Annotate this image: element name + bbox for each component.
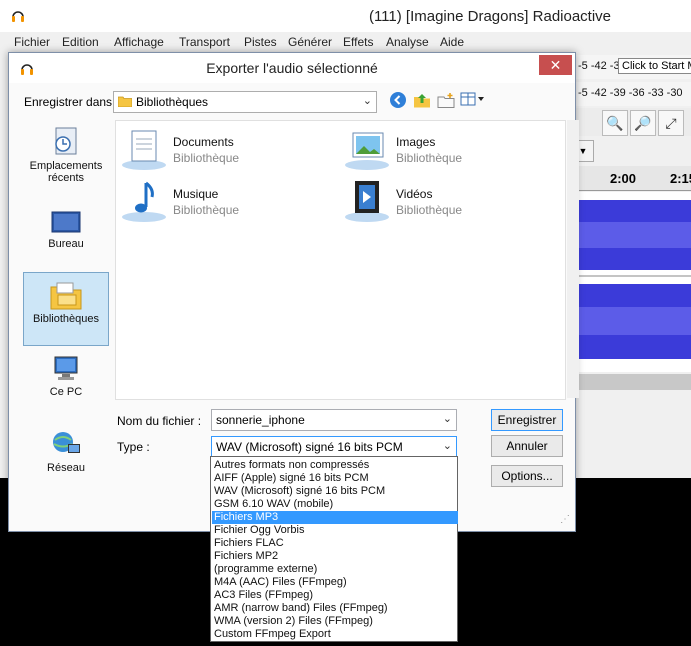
- type-option[interactable]: AIFF (Apple) signé 16 bits PCM: [212, 472, 458, 485]
- library-type: Bibliothèque: [396, 203, 463, 217]
- save-in-label: Enregistrer dans :: [24, 95, 119, 109]
- resize-grip-icon[interactable]: ⋰: [560, 514, 570, 525]
- library-name: Documents: [173, 135, 234, 149]
- library-item-images[interactable]: Images Bibliothèque: [343, 127, 543, 175]
- type-option[interactable]: Custom FFmpeg Export: [212, 628, 458, 641]
- zoom-in-icon[interactable]: 🔍: [602, 110, 628, 136]
- library-item-music[interactable]: Musique Bibliothèque: [120, 179, 320, 227]
- place-label: Réseau: [47, 462, 85, 474]
- type-option[interactable]: Autres formats non compressés: [212, 459, 458, 472]
- menu-edition[interactable]: Edition: [62, 35, 99, 49]
- type-option-selected[interactable]: Fichiers MP3: [212, 511, 458, 524]
- library-type: Bibliothèque: [173, 203, 240, 217]
- chevron-down-icon: ⌄: [362, 95, 372, 107]
- libraries-icon: [50, 282, 82, 310]
- new-folder-icon[interactable]: [435, 91, 457, 111]
- menu-affichage[interactable]: Affichage: [114, 35, 164, 49]
- place-recent[interactable]: Emplacements récents: [24, 120, 108, 192]
- place-libraries[interactable]: Bibliothèques: [23, 272, 109, 346]
- type-option[interactable]: WMA (version 2) Files (FFmpeg): [212, 615, 458, 628]
- type-label: Type :: [117, 440, 150, 454]
- type-option[interactable]: (programme externe): [212, 563, 458, 576]
- library-type: Bibliothèque: [173, 151, 240, 165]
- library-item-videos[interactable]: Vidéos Bibliothèque: [343, 179, 543, 227]
- filename-input[interactable]: sonnerie_iphone ⌄: [211, 409, 457, 431]
- click-to-start-monitoring[interactable]: Click to Start M: [618, 58, 691, 74]
- library-item-documents[interactable]: Documents Bibliothèque: [120, 127, 320, 175]
- filename-value: sonnerie_iphone: [216, 413, 305, 427]
- places-bar: Emplacements récents Bureau Bibliothèque…: [20, 118, 109, 514]
- zoom-out-icon[interactable]: 🔎: [630, 110, 656, 136]
- file-type-select[interactable]: WAV (Microsoft) signé 16 bits PCM ⌄: [211, 436, 457, 458]
- save-button[interactable]: Enregistrer: [491, 409, 563, 431]
- desktop-icon: [51, 211, 81, 233]
- file-type-dropdown-list[interactable]: Autres formats non compressés AIFF (Appl…: [210, 456, 458, 642]
- place-label: Ce PC: [49, 386, 83, 398]
- recent-places-icon: [55, 127, 77, 155]
- track-scrollbar[interactable]: [572, 374, 691, 390]
- menu-bar: Fichier Edition Affichage Transport Pist…: [0, 32, 691, 52]
- timeline-tick: 2:15: [670, 171, 691, 186]
- app-titlebar: (111) [Imagine Dragons] Radioactive: [0, 0, 691, 32]
- music-library-icon: [122, 181, 166, 222]
- playback-meter-scale: -5 -42 -39 -36 -33 -30: [578, 87, 683, 99]
- chevron-down-icon[interactable]: ⌄: [443, 412, 452, 425]
- menu-effets[interactable]: Effets: [343, 35, 373, 49]
- images-library-icon: [345, 132, 389, 170]
- file-type-value: WAV (Microsoft) signé 16 bits PCM: [216, 440, 403, 454]
- place-label: Bibliothèques: [32, 313, 100, 325]
- place-this-pc[interactable]: Ce PC: [24, 348, 108, 420]
- type-option[interactable]: AC3 Files (FFmpeg): [212, 589, 458, 602]
- audio-waveform[interactable]: [572, 192, 691, 372]
- playback-meter[interactable]: -5 -42 -39 -36 -33 -30: [572, 82, 691, 106]
- type-option[interactable]: Fichier Ogg Vorbis: [212, 524, 458, 537]
- place-desktop[interactable]: Bureau: [24, 202, 108, 274]
- library-type: Bibliothèque: [396, 151, 463, 165]
- back-icon[interactable]: [387, 91, 409, 111]
- fit-selection-icon[interactable]: ⤢: [658, 110, 684, 136]
- menu-fichier[interactable]: Fichier: [14, 35, 50, 49]
- cancel-button[interactable]: Annuler: [491, 435, 563, 457]
- libraries-folder-icon: [118, 96, 132, 107]
- place-network[interactable]: Réseau: [24, 424, 108, 496]
- menu-generer[interactable]: Générer: [288, 35, 332, 49]
- close-button[interactable]: ✕: [539, 55, 572, 75]
- timeline-tick: 2:00: [610, 171, 637, 186]
- dialog-title: Exporter l'audio sélectionné: [206, 60, 378, 76]
- timeline-ruler[interactable]: 2:00 2:15: [572, 166, 691, 191]
- videos-library-icon: [345, 181, 389, 222]
- type-option[interactable]: GSM 6.10 WAV (mobile): [212, 498, 458, 511]
- place-label: Emplacements récents: [29, 160, 103, 184]
- file-list[interactable]: Documents Bibliothèque Images Bibliothèq…: [115, 120, 566, 400]
- up-folder-icon[interactable]: [411, 91, 433, 111]
- type-option[interactable]: WAV (Microsoft) signé 16 bits PCM: [212, 485, 458, 498]
- save-in-value: Bibliothèques: [136, 95, 209, 109]
- dialog-titlebar: Exporter l'audio sélectionné ✕: [9, 53, 575, 83]
- options-button[interactable]: Options...: [491, 465, 563, 487]
- type-option[interactable]: AMR (narrow band) Files (FFmpeg): [212, 602, 458, 615]
- app-title: (111) [Imagine Dragons] Radioactive: [368, 8, 612, 25]
- type-option[interactable]: Fichiers FLAC: [212, 537, 458, 550]
- view-menu-icon[interactable]: [459, 91, 487, 111]
- menu-transport[interactable]: Transport: [179, 35, 230, 49]
- filename-label: Nom du fichier :: [117, 414, 202, 428]
- menu-pistes[interactable]: Pistes: [244, 35, 277, 49]
- library-name: Vidéos: [396, 187, 433, 201]
- menu-aide[interactable]: Aide: [440, 35, 464, 49]
- place-label: Bureau: [48, 238, 84, 250]
- type-option[interactable]: M4A (AAC) Files (FFmpeg): [212, 576, 458, 589]
- computer-icon: [54, 356, 78, 380]
- type-option[interactable]: Fichiers MP2: [212, 550, 458, 563]
- file-list-scrollbar[interactable]: [567, 120, 579, 398]
- network-icon: [53, 432, 80, 453]
- menu-analyse[interactable]: Analyse: [386, 35, 429, 49]
- documents-library-icon: [122, 130, 166, 170]
- save-in-dropdown[interactable]: Bibliothèques ⌄: [113, 91, 377, 113]
- recording-meter-scale: -5 -42 -3: [578, 60, 620, 72]
- library-name: Musique: [173, 187, 219, 201]
- library-name: Images: [396, 135, 436, 149]
- chevron-down-icon[interactable]: ⌄: [443, 439, 452, 452]
